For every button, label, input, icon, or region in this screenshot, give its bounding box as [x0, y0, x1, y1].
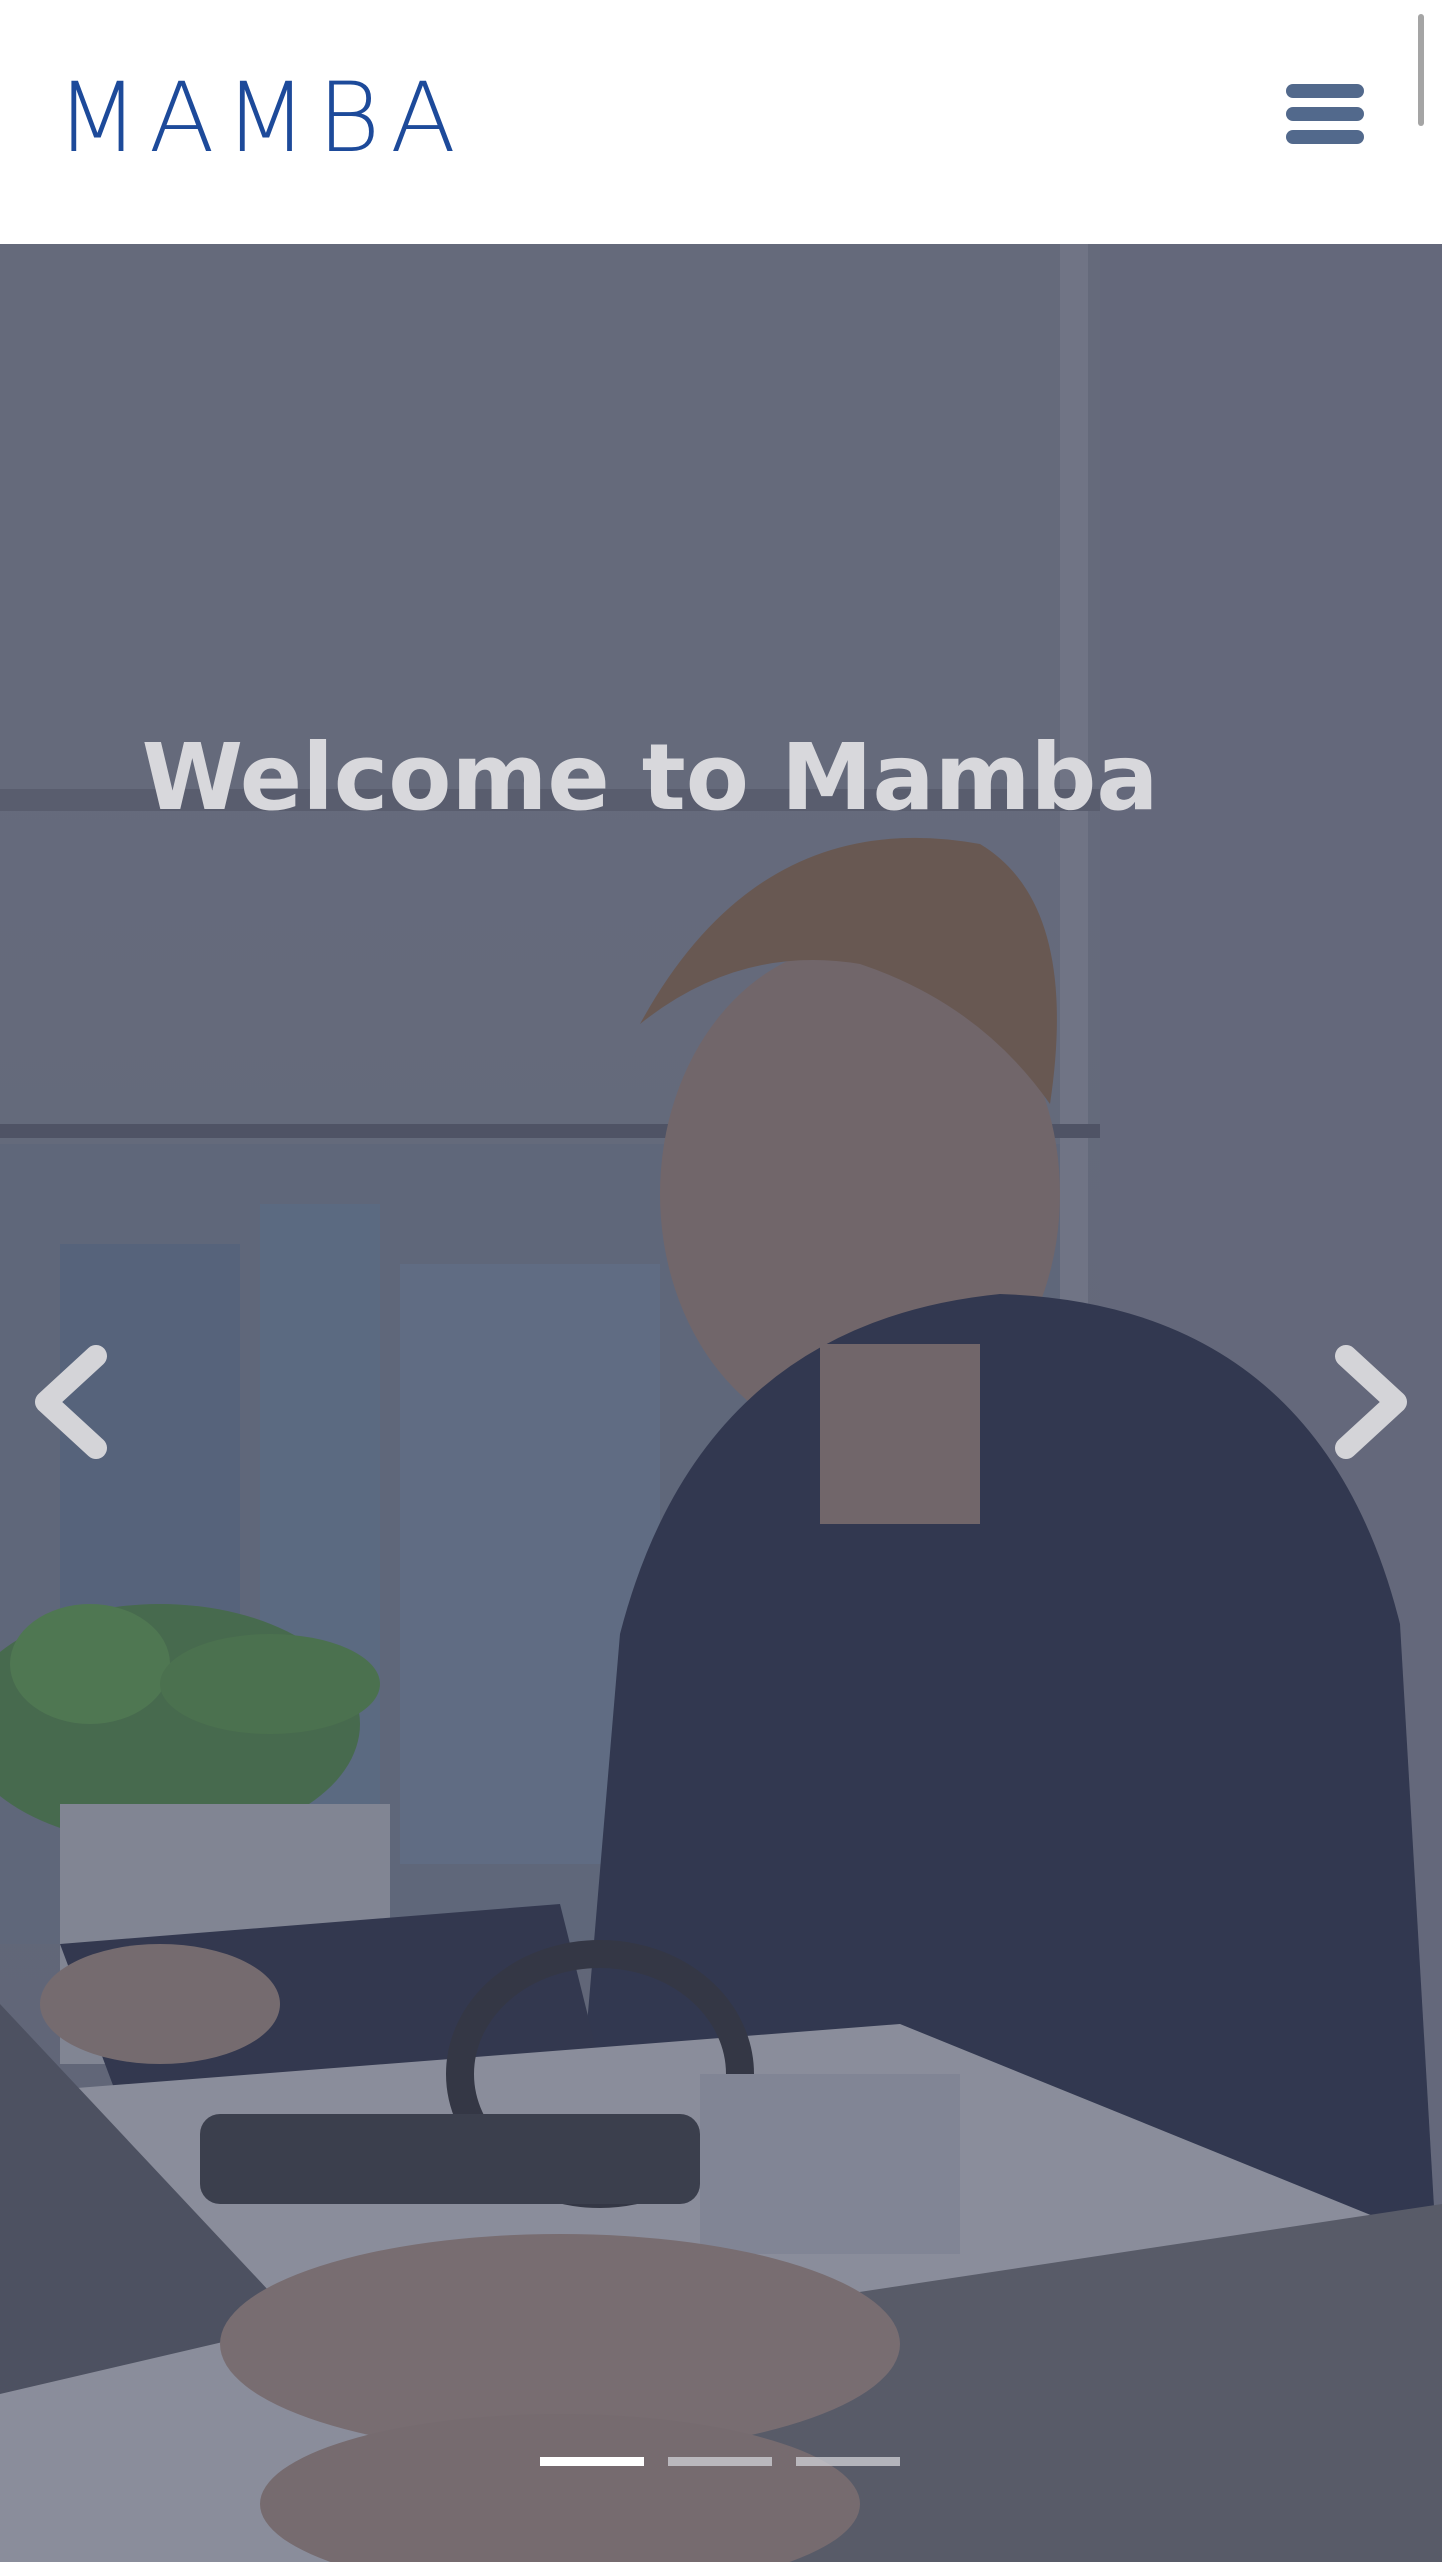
carousel-indicator-3[interactable]	[796, 2457, 900, 2466]
chevron-right-icon[interactable]	[1324, 1342, 1414, 1462]
hero-carousel: Welcome to Mamba	[0, 244, 1442, 2562]
carousel-indicator-1[interactable]	[540, 2457, 644, 2466]
carousel-indicators	[540, 2457, 900, 2469]
site-logo[interactable]: MAMBA	[56, 58, 466, 178]
hamburger-menu-icon[interactable]	[1286, 82, 1364, 146]
hero-title: Welcome to Mamba	[141, 724, 1159, 831]
chevron-left-icon[interactable]	[28, 1342, 118, 1462]
hero-background-photo	[0, 244, 1442, 2562]
menu-bar-middle	[1286, 107, 1364, 121]
menu-bar-top	[1286, 84, 1364, 98]
carousel-indicator-2[interactable]	[668, 2457, 772, 2466]
menu-bar-bottom	[1286, 130, 1364, 144]
scrollbar-thumb[interactable]	[1418, 14, 1424, 126]
site-header: MAMBA	[0, 0, 1442, 244]
